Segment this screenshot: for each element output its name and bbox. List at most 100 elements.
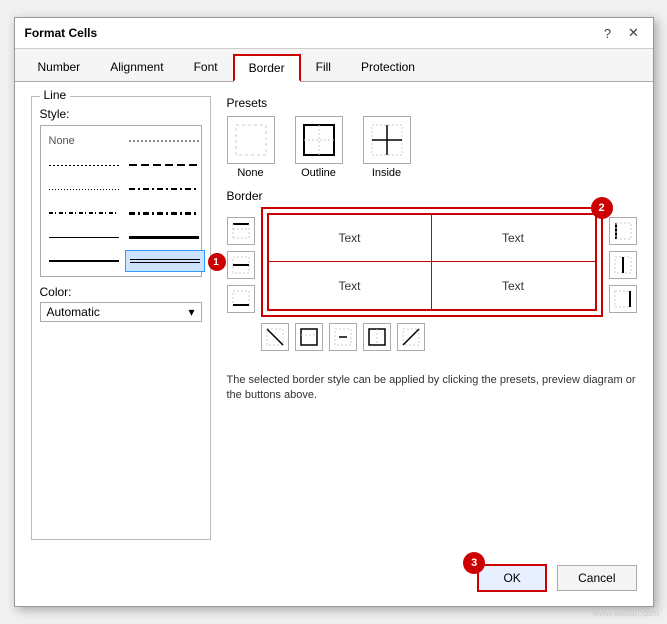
tab-border[interactable]: Border (233, 54, 301, 82)
presets-label: Presets (227, 96, 637, 110)
border-btn-outer-h[interactable] (295, 323, 323, 351)
style-box: None (40, 125, 202, 277)
line-style-meddashdot[interactable] (125, 202, 205, 224)
preset-inside-box (363, 116, 411, 164)
presets-row: None Outline (227, 116, 637, 179)
border-main: Text Text Text Text 2 (227, 207, 637, 317)
border-label: Border (227, 189, 637, 203)
ok-button-wrapper: 3 OK (477, 564, 547, 592)
border-middle-v-icon (613, 255, 633, 275)
preset-outline-box (295, 116, 343, 164)
border-btn-bottom[interactable] (227, 285, 255, 313)
right-section: Presets None (227, 96, 637, 540)
preset-inside-icon (370, 123, 404, 157)
watermark: www.wsxdn.com (592, 608, 659, 618)
format-cells-dialog: Format Cells ? ✕ Number Alignment Font B… (14, 17, 654, 607)
color-select[interactable]: Automatic ▾ (40, 302, 202, 322)
badge-1: 1 (208, 253, 226, 271)
line-style-dash1[interactable] (125, 130, 205, 152)
preview-cell-2: Text (432, 215, 595, 262)
dot2-icon (49, 189, 119, 190)
dialog-body: Line Style: None (15, 82, 653, 554)
tab-protection[interactable]: Protection (346, 54, 430, 82)
line-style-dash3[interactable] (125, 178, 205, 200)
dash1-icon (129, 140, 199, 142)
preset-outline[interactable]: Outline (295, 116, 343, 179)
border-top-icon (231, 221, 251, 241)
line-style-dot1[interactable] (45, 154, 123, 176)
thin-icon (49, 237, 119, 238)
cancel-button[interactable]: Cancel (557, 565, 636, 591)
diag-up-icon (401, 327, 421, 347)
close-button[interactable]: ✕ (625, 24, 643, 42)
preset-outline-icon (302, 123, 336, 157)
border-btn-middle-v[interactable] (609, 251, 637, 279)
ok-button[interactable]: OK (477, 564, 547, 592)
preview-cell-4: Text (432, 262, 595, 309)
border-preview-inner: Text Text Text Text (267, 213, 597, 311)
preset-none-box (227, 116, 275, 164)
border-btn-middle-h[interactable] (227, 251, 255, 279)
diag-down-icon (265, 327, 285, 347)
line-style-medium[interactable] (45, 250, 123, 272)
dialog-footer: 3 OK Cancel (15, 554, 653, 606)
preview-cell-3: Text (269, 262, 432, 309)
border-btn-inner-h[interactable] (329, 323, 357, 351)
border-middle-h-icon (231, 255, 251, 275)
dot1-icon (49, 165, 119, 166)
tab-bar: Number Alignment Font Border Fill Protec… (15, 49, 653, 82)
outer-v-icon (367, 327, 387, 347)
tab-font[interactable]: Font (179, 54, 233, 82)
hint-text: The selected border style can be applied… (227, 373, 637, 404)
dash2-icon (129, 164, 199, 166)
tab-fill[interactable]: Fill (301, 54, 346, 82)
line-style-dashdot[interactable] (45, 202, 123, 224)
medium-icon (49, 260, 119, 262)
color-label: Color: (40, 285, 202, 299)
title-bar-controls: ? ✕ (599, 24, 643, 42)
border-btn-outer-v[interactable] (363, 323, 391, 351)
preset-inside[interactable]: Inside (363, 116, 411, 179)
dropdown-arrow-icon: ▾ (188, 305, 194, 319)
presets-section: Presets None (227, 96, 637, 179)
border-right-buttons (609, 207, 637, 313)
tab-alignment[interactable]: Alignment (95, 54, 178, 82)
badge-3: 3 (463, 552, 485, 574)
border-right-icon (613, 289, 633, 309)
border-btn-diag-up[interactable] (397, 323, 425, 351)
thick-icon (129, 236, 199, 239)
border-btn-diag-down[interactable] (261, 323, 289, 351)
border-bottom-icon (231, 289, 251, 309)
border-btn-left[interactable] (609, 217, 637, 245)
style-label: Style: (40, 107, 202, 121)
border-preview-wrapper: Text Text Text Text 2 (261, 207, 603, 317)
double-icon (130, 259, 200, 263)
tab-number[interactable]: Number (23, 54, 96, 82)
dialog-title: Format Cells (25, 26, 98, 40)
meddashdot-icon (129, 212, 199, 215)
preset-none-icon (234, 123, 268, 157)
line-style-thin[interactable] (45, 226, 123, 248)
color-value: Automatic (47, 305, 100, 319)
border-btn-right[interactable] (609, 285, 637, 313)
line-style-thick[interactable] (125, 226, 205, 248)
border-btn-top[interactable] (227, 217, 255, 245)
preset-none-label: None (237, 167, 263, 179)
border-left-icon (613, 221, 633, 241)
dashdot-icon (49, 212, 119, 214)
main-content: Line Style: None (31, 96, 637, 540)
preset-none[interactable]: None (227, 116, 275, 179)
title-bar: Format Cells ? ✕ (15, 18, 653, 49)
outer-h-icon (299, 327, 319, 347)
preset-outline-label: Outline (301, 167, 336, 179)
help-button[interactable]: ? (599, 24, 617, 42)
badge-2: 2 (591, 197, 613, 219)
preset-inside-label: Inside (372, 167, 401, 179)
line-style-dot2[interactable] (45, 178, 123, 200)
line-style-dash2[interactable] (125, 154, 205, 176)
line-style-none[interactable]: None (45, 130, 123, 152)
none-label: None (49, 135, 75, 147)
preview-cell-1: Text (269, 215, 432, 262)
border-preview[interactable]: Text Text Text Text (261, 207, 603, 317)
line-style-double[interactable]: 1 (125, 250, 205, 272)
